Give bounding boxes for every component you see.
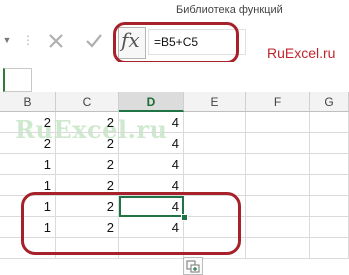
column-header-c[interactable]: C [56,92,119,112]
cell-c[interactable]: 2 [56,154,119,175]
cell-g[interactable] [310,238,349,259]
cell-g[interactable] [310,133,349,154]
cell-f[interactable] [246,238,310,259]
cell-g[interactable] [310,196,349,217]
cell-b[interactable]: 1 [0,154,56,175]
formula-bar-grip-icon: ⋮ [22,33,34,47]
cell-f[interactable] [246,175,310,196]
cell-d[interactable]: 4 [119,112,184,133]
column-header-e[interactable]: E [184,92,246,112]
column-header-b[interactable]: B [0,92,56,112]
cell-g[interactable] [310,217,349,238]
cell-f[interactable] [246,217,310,238]
cell-c[interactable]: 2 [56,133,119,154]
function-library-group-label: Библиотека функций [176,4,283,16]
cell-g[interactable] [310,154,349,175]
cell-f[interactable] [246,154,310,175]
cell-b[interactable]: 2 [0,133,56,154]
formula-highlight-annotation [113,22,239,64]
rows-highlight-annotation [21,192,241,255]
cell-f[interactable] [246,196,310,217]
brand-label: RuExcel.ru [267,45,336,61]
cell-c[interactable]: 2 [56,112,119,133]
autofill-options-icon[interactable] [183,257,203,275]
column-header-g[interactable]: G [310,92,349,112]
cancel-icon[interactable] [44,30,68,52]
namebox-dropdown-icon[interactable]: ▼ [0,30,14,50]
column-header-d[interactable]: D [119,92,184,112]
cell-d[interactable]: 4 [119,154,184,175]
cell-d[interactable]: 4 [119,133,184,154]
cell-g[interactable] [310,175,349,196]
cell-e[interactable] [184,133,246,154]
sheet-toolbar-strip [0,62,349,92]
row-collapse-button[interactable] [3,68,32,92]
cell-b[interactable]: 2 [0,112,56,133]
ribbon [0,0,349,22]
cell-g[interactable] [310,112,349,133]
cell-e[interactable] [184,112,246,133]
column-header-f[interactable]: F [246,92,310,112]
cell-f[interactable] [246,112,310,133]
cell-e[interactable] [184,154,246,175]
cell-f[interactable] [246,133,310,154]
enter-icon[interactable] [82,30,106,52]
